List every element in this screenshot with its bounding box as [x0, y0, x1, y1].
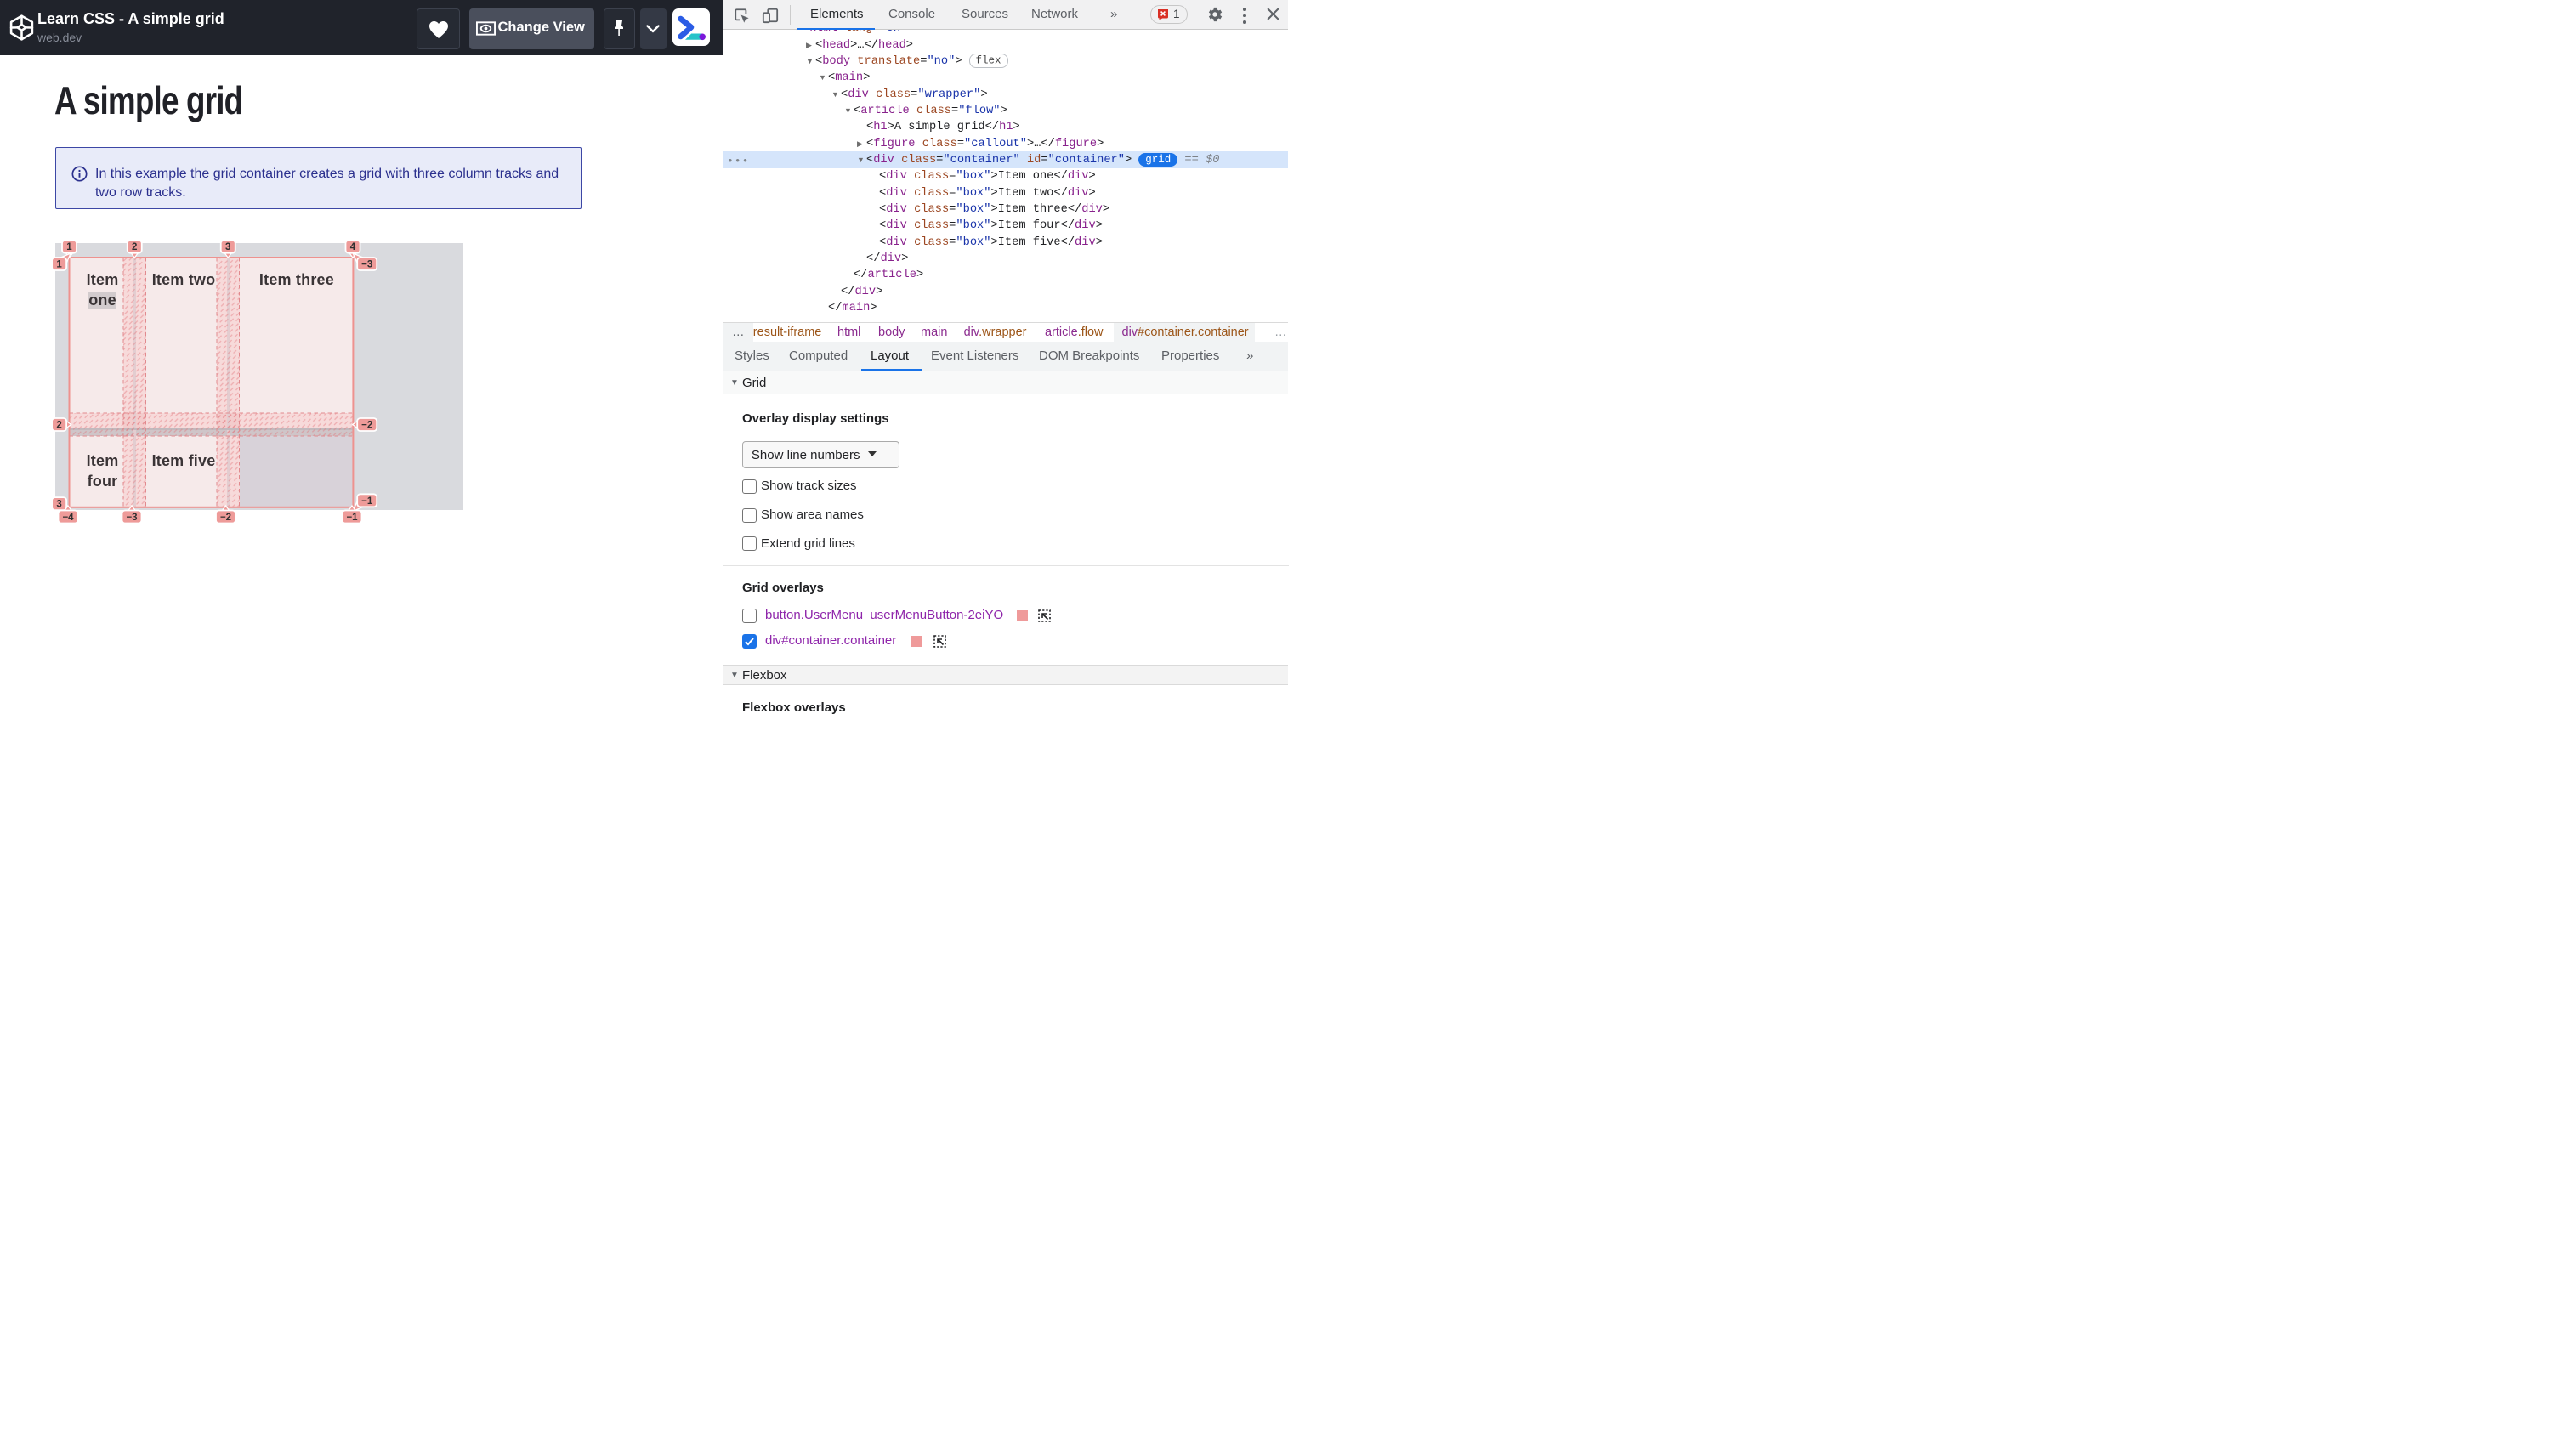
svg-text:−1: −1: [361, 496, 373, 507]
svg-text:−2: −2: [361, 421, 372, 431]
svg-text:−4: −4: [62, 513, 74, 523]
svg-text:3: 3: [225, 242, 230, 252]
svg-text:−1: −1: [346, 513, 358, 523]
svg-text:3: 3: [56, 500, 61, 510]
svg-text:2: 2: [132, 242, 137, 252]
svg-text:1: 1: [66, 242, 72, 252]
svg-text:−3: −3: [361, 260, 372, 270]
svg-text:1: 1: [56, 260, 62, 270]
svg-text:−2: −2: [220, 513, 231, 523]
svg-text:−3: −3: [126, 513, 137, 523]
svg-text:2: 2: [56, 421, 61, 431]
svg-text:4: 4: [350, 242, 356, 252]
